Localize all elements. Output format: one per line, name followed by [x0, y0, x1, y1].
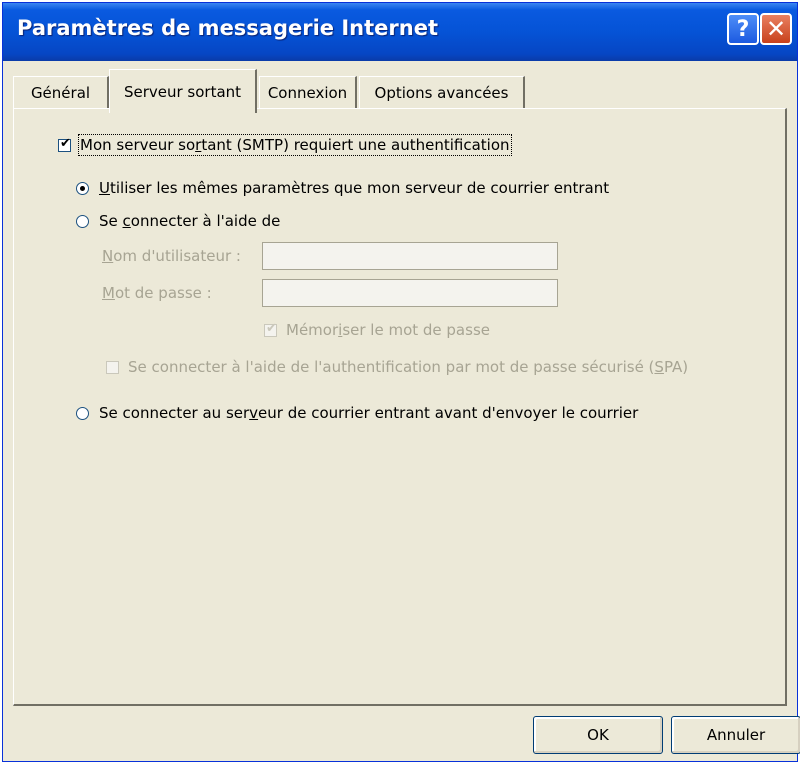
remember-password-label: Mémoriser le mot de passe	[286, 321, 490, 339]
radio-connect-with[interactable]	[76, 214, 89, 228]
username-input[interactable]	[262, 242, 558, 270]
tab-advanced[interactable]: Options avancées	[359, 76, 525, 108]
check-icon: ✔	[266, 320, 277, 336]
tab-connection[interactable]: Connexion	[259, 76, 357, 108]
remember-password-row[interactable]: ✔ Mémoriser le mot de passe	[264, 321, 490, 339]
radio-same-settings[interactable]	[76, 181, 89, 195]
title-bar[interactable]: Paramètres de messagerie Internet ? ✕	[3, 3, 797, 61]
radio-connect-with-label: Se connecter à l'aide de	[99, 212, 281, 230]
tab-panel: ✔ Mon serveur sortant (SMTP) requiert un…	[13, 108, 787, 706]
password-label: Mot de passe :	[102, 284, 212, 302]
username-label: Nom d'utilisateur :	[102, 247, 241, 265]
ok-button[interactable]: OK	[533, 716, 663, 754]
tab-outgoing-server[interactable]: Serveur sortant	[109, 69, 257, 113]
dialog-window: Paramètres de messagerie Internet ? ✕ Gé…	[2, 2, 800, 762]
radio-connect-with-row[interactable]: Se connecter à l'aide de	[76, 212, 280, 230]
radio-same-settings-label: Utiliser les mêmes paramètres que mon se…	[99, 179, 610, 197]
smtp-auth-checkbox[interactable]: ✔	[58, 135, 71, 152]
password-input[interactable]	[262, 279, 558, 307]
radio-incoming-first[interactable]	[76, 406, 89, 420]
remember-password-checkbox[interactable]: ✔	[264, 320, 277, 337]
window-title: Paramètres de messagerie Internet	[17, 16, 438, 40]
tab-general[interactable]: Général	[13, 76, 109, 108]
cancel-button[interactable]: Annuler	[671, 716, 800, 754]
tab-strip: Général Serveur sortant Connexion Option…	[3, 61, 797, 113]
check-icon: ✔	[60, 135, 71, 151]
radio-selected-icon	[80, 185, 85, 191]
help-button[interactable]: ?	[727, 13, 759, 45]
spa-label: Se connecter à l'aide de l'authentificat…	[128, 358, 689, 376]
radio-same-settings-row[interactable]: Utiliser les mêmes paramètres que mon se…	[76, 179, 609, 197]
close-button[interactable]: ✕	[760, 13, 792, 45]
radio-incoming-first-label: Se connecter au serveur de courrier entr…	[99, 404, 639, 422]
spa-checkbox[interactable]	[106, 360, 119, 374]
smtp-auth-label: Mon serveur sortant (SMTP) requiert une …	[78, 134, 512, 156]
smtp-auth-row[interactable]: ✔ Mon serveur sortant (SMTP) requiert un…	[58, 134, 512, 156]
radio-incoming-first-row[interactable]: Se connecter au serveur de courrier entr…	[76, 404, 638, 422]
spa-row[interactable]: Se connecter à l'aide de l'authentificat…	[106, 358, 688, 376]
